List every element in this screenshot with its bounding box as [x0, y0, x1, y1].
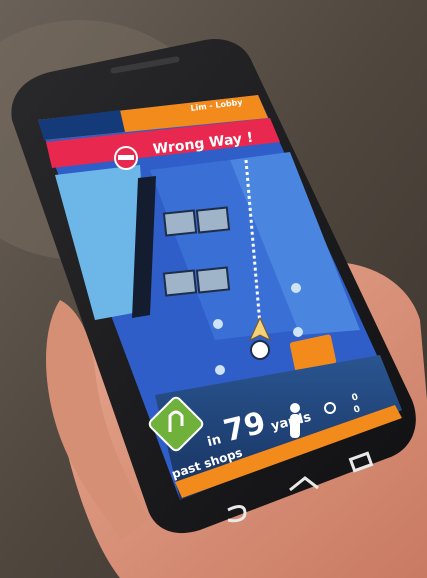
- building-1: [162, 209, 198, 237]
- building-4: [195, 266, 231, 294]
- no-entry-icon: [114, 146, 138, 170]
- building-3: [162, 269, 198, 297]
- map-dot: [293, 327, 303, 337]
- map-dot: [215, 365, 225, 375]
- map-dot: [291, 283, 301, 293]
- building-2: [195, 206, 231, 234]
- photo-scene: [0, 0, 427, 578]
- map-dot: [213, 319, 223, 329]
- speed-icon: [366, 414, 378, 426]
- distance-prefix: in: [205, 432, 223, 451]
